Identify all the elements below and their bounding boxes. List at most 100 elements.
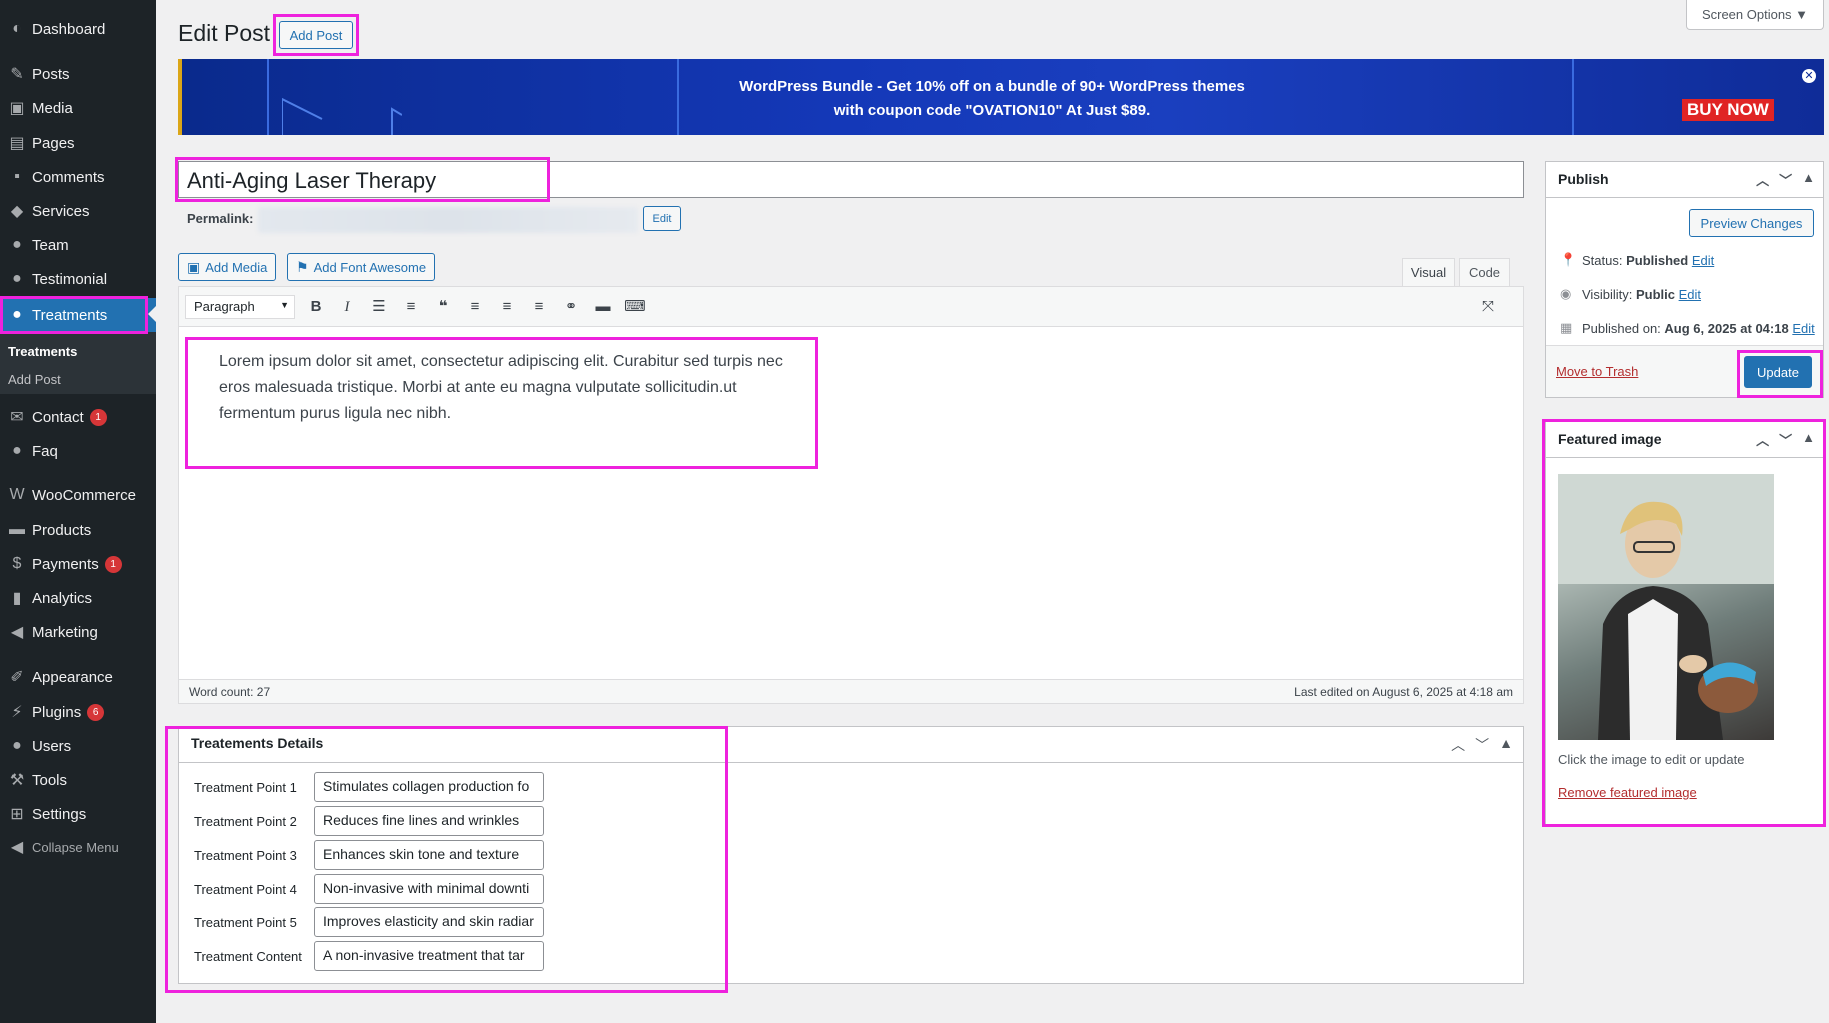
treatment-point-1-input[interactable]: Stimulates collagen production fo — [314, 772, 544, 802]
chevron-down-icon[interactable]: ﹀ — [1779, 170, 1792, 189]
collapse-toggle-icon[interactable]: ▲ — [1802, 170, 1815, 189]
sidebar-item-products[interactable]: ▬ Products — [0, 514, 156, 546]
format-select[interactable]: Paragraph ▼ — [185, 295, 295, 319]
sidebar-item-testimonial[interactable]: ● Testimonial — [0, 263, 156, 295]
update-button[interactable]: Update — [1744, 356, 1812, 388]
tab-visual[interactable]: Visual — [1402, 258, 1455, 286]
sidebar-item-appearance[interactable]: ✐ Appearance — [0, 661, 156, 693]
treatment-label: Treatment Point 1 — [194, 779, 297, 795]
sidebar-item-treatments[interactable]: ● Treatments — [0, 298, 156, 332]
collapse-toggle-icon[interactable]: ▲ — [1499, 735, 1513, 755]
permalink-url-blurred[interactable] — [258, 207, 638, 233]
sidebar-item-payments[interactable]: $ Payments 1 — [0, 548, 156, 580]
sidebar-item-dashboard[interactable]: ◐ Dashboard — [0, 13, 156, 45]
post-title-input[interactable]: Anti-Aging Laser Therapy — [178, 161, 1524, 198]
promo-banner[interactable]: WordPress Bundle - Get 10% off on a bund… — [178, 59, 1824, 135]
status-edit-link[interactable]: Edit — [1692, 253, 1714, 268]
treatment-point-2-input[interactable]: Reduces fine lines and wrinkles — [314, 806, 544, 836]
sidebar-item-tools[interactable]: ⚒ Tools — [0, 764, 156, 796]
tag-icon: ◆ — [10, 203, 24, 220]
chevron-down-icon[interactable]: ﹀ — [1475, 735, 1489, 755]
read-more-icon[interactable]: ▬ — [592, 297, 614, 317]
remove-featured-image-link[interactable]: Remove featured image — [1558, 785, 1697, 800]
move-to-trash-link[interactable]: Move to Trash — [1556, 364, 1638, 379]
treatment-label: Treatment Point 2 — [194, 813, 297, 829]
featured-image-thumbnail[interactable] — [1558, 474, 1774, 740]
chevron-up-icon[interactable]: ︿ — [1756, 430, 1769, 449]
treatment-point-5-input[interactable]: Improves elasticity and skin radiar — [314, 907, 544, 937]
content-editor[interactable]: Paragraph ▼ B I ☰ ≡ ❝ ≡ ≡ ≡ ⚭ ▬ ⌨ ⤧ Lorem… — [178, 286, 1524, 704]
add-font-awesome-button[interactable]: ⚑ Add Font Awesome — [287, 253, 436, 281]
treatment-row: Treatment Point 3 Enhances skin tone and… — [194, 840, 544, 870]
metabox-title: Treatements Details — [179, 727, 1523, 763]
align-center-icon[interactable]: ≡ — [496, 297, 518, 317]
featured-image-hint: Click the image to edit or update — [1558, 752, 1745, 767]
treatment-point-3-input[interactable]: Enhances skin tone and texture — [314, 840, 544, 870]
sidebar-item-plugins[interactable]: ⚡ Plugins 6 — [0, 696, 156, 728]
add-post-button[interactable]: Add Post — [279, 21, 353, 49]
treatment-row: Treatment Point 2 Reduces fine lines and… — [194, 806, 544, 836]
dashboard-icon: ◐ — [12, 20, 22, 37]
treatment-row: Treatment Point 4 Non-invasive with mini… — [194, 874, 544, 904]
page-title: Edit Post — [178, 20, 271, 46]
banner-decoration — [1572, 59, 1574, 135]
sidebar-item-woocommerce[interactable]: W WooCommerce — [0, 479, 156, 511]
sidebar-item-label: WooCommerce — [32, 486, 136, 504]
add-media-button[interactable]: ▣ Add Media — [178, 253, 277, 281]
add-media-label: Add Media — [205, 259, 268, 275]
format-select-value: Paragraph — [194, 299, 255, 314]
blockquote-icon[interactable]: ❝ — [432, 297, 454, 317]
permalink-edit-button[interactable]: Edit — [643, 206, 681, 231]
buy-now-button[interactable]: BUY NOW — [1682, 99, 1774, 121]
align-right-icon[interactable]: ≡ — [528, 297, 550, 317]
numbered-list-icon[interactable]: ≡ — [400, 297, 422, 317]
sidebar-item-marketing[interactable]: ◀ Marketing — [0, 616, 156, 648]
sidebar-item-pages[interactable]: ▤ Pages — [0, 127, 156, 159]
published-edit-link[interactable]: Edit — [1792, 321, 1814, 336]
editor-toolbar: Paragraph ▼ B I ☰ ≡ ❝ ≡ ≡ ≡ ⚭ ▬ ⌨ ⤧ — [179, 287, 1523, 327]
preview-changes-button[interactable]: Preview Changes — [1689, 209, 1814, 237]
sidebar-item-contact[interactable]: ✉ Contact 1 — [0, 401, 156, 433]
chevron-up-icon[interactable]: ︿ — [1451, 735, 1465, 755]
submenu-item-add-post[interactable]: Add Post — [8, 372, 61, 387]
notification-badge: 1 — [89, 408, 107, 426]
bold-icon[interactable]: B — [305, 297, 327, 317]
visibility-edit-link[interactable]: Edit — [1679, 287, 1701, 302]
sidebar-item-label: Team — [32, 236, 69, 254]
collapse-toggle-icon[interactable]: ▲ — [1802, 430, 1815, 449]
banner-decoration — [677, 59, 679, 135]
sidebar-item-posts[interactable]: ✎ Posts — [0, 58, 156, 90]
bullet-list-icon[interactable]: ☰ — [368, 297, 390, 317]
sidebar-item-label: Posts — [32, 65, 70, 83]
sidebar-item-analytics[interactable]: ▮ Analytics — [0, 582, 156, 614]
users-icon: ● — [12, 236, 22, 253]
publish-title: Publish ︿ ﹀ ▲ — [1546, 162, 1823, 198]
treatment-label: Treatment Content — [194, 948, 302, 964]
pages-icon: ▤ — [9, 135, 25, 152]
align-left-icon[interactable]: ≡ — [464, 297, 486, 317]
toolbar-toggle-icon[interactable]: ⌨ — [624, 297, 646, 317]
submenu-item-treatments[interactable]: Treatments — [8, 344, 77, 359]
chevron-down-icon[interactable]: ﹀ — [1779, 430, 1792, 449]
sidebar-item-services[interactable]: ◆ Services — [0, 195, 156, 227]
sidebar-item-team[interactable]: ● Team — [0, 229, 156, 261]
close-icon[interactable]: ✕ — [1802, 69, 1816, 83]
chevron-up-icon[interactable]: ︿ — [1756, 170, 1769, 189]
treatment-content-input[interactable]: A non-invasive treatment that tar — [314, 941, 544, 971]
editor-body-text[interactable]: Lorem ipsum dolor sit amet, consectetur … — [219, 349, 799, 427]
sidebar-item-comments[interactable]: ▪ Comments — [0, 161, 156, 193]
italic-icon[interactable]: I — [336, 297, 358, 317]
sidebar-item-media[interactable]: ▣ Media — [0, 92, 156, 124]
fullscreen-icon[interactable]: ⤧ — [1477, 297, 1499, 317]
collapse-menu-button[interactable]: ◀ Collapse Menu — [0, 831, 156, 863]
screen-options-button[interactable]: Screen Options ▼ — [1686, 0, 1824, 30]
tab-code[interactable]: Code — [1459, 258, 1510, 286]
sidebar-item-users[interactable]: ● Users — [0, 730, 156, 762]
link-icon[interactable]: ⚭ — [560, 297, 582, 317]
sidebar-item-settings[interactable]: ⊞ Settings — [0, 798, 156, 830]
treatment-point-4-input[interactable]: Non-invasive with minimal downti — [314, 874, 544, 904]
sidebar-item-label: Plugins — [32, 703, 82, 721]
banner-line-1: WordPress Bundle - Get 10% off on a bund… — [739, 78, 1245, 95]
sidebar-item-label: Pages — [32, 134, 75, 152]
sidebar-item-faq[interactable]: ● Faq — [0, 435, 156, 467]
